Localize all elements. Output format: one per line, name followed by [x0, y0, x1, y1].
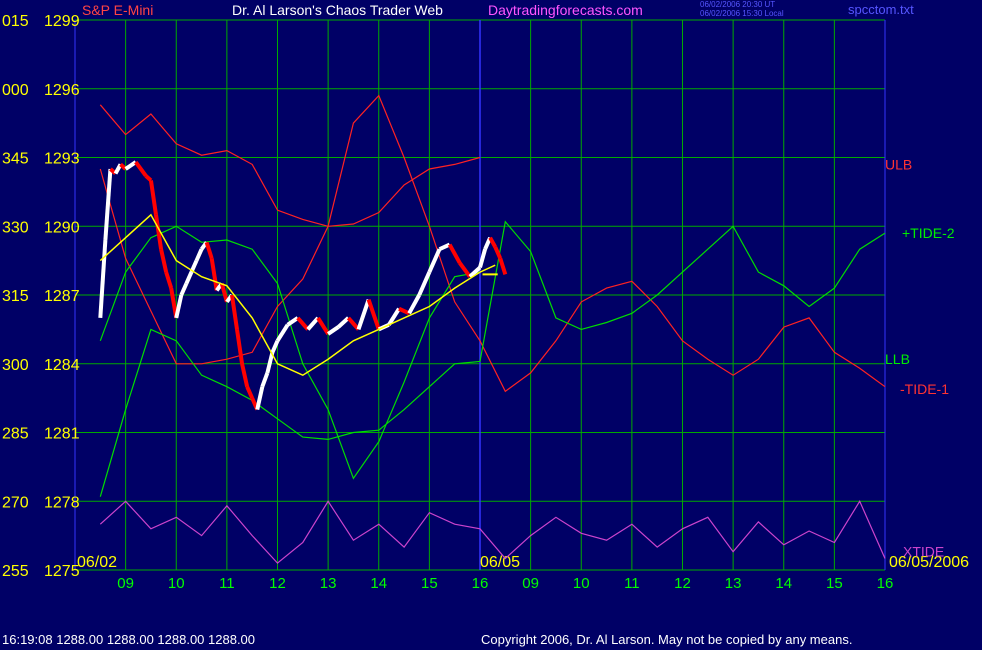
- price-segment: [174, 294, 184, 319]
- x-tick-hour: 13: [725, 575, 742, 592]
- x-tick-hour: 16: [877, 575, 894, 592]
- price-segment: [194, 248, 204, 262]
- y-tick-angle: 330: [2, 219, 29, 236]
- line-label--tide-2: +TIDE-2: [902, 225, 955, 241]
- price-segment: [103, 168, 113, 241]
- line-label-ulb: ULB: [885, 156, 912, 172]
- y-tick-angle: 000: [2, 82, 29, 99]
- price-segment: [398, 306, 410, 316]
- y-tick-angle: 015: [2, 13, 29, 30]
- price-segment: [366, 298, 381, 331]
- series--tide-2: [99, 220, 886, 497]
- price-segment: [245, 385, 255, 399]
- price-segment: [356, 298, 371, 331]
- price-segment: [327, 325, 340, 336]
- price-segment: [417, 271, 432, 296]
- price-segment: [447, 243, 462, 264]
- price-segment: [265, 351, 275, 374]
- price-segment: [179, 282, 189, 296]
- y-tick-price: 1281: [44, 426, 80, 443]
- copyright: Copyright 2006, Dr. Al Larson. May not b…: [481, 632, 853, 647]
- price-segment: [240, 363, 250, 388]
- price-segment: [260, 372, 270, 388]
- y-tick-angle: 345: [2, 151, 29, 168]
- chart-title: Dr. Al Larson's Chaos Trader Web: [232, 2, 443, 18]
- x-tick-hour: 09: [522, 575, 539, 592]
- timestamp-ut: 06/02/2006 20:30 UT: [700, 0, 776, 9]
- price-segment: [296, 316, 310, 331]
- price-segment: [184, 271, 194, 285]
- date-label-start: 06/02: [77, 554, 117, 571]
- price-segment: [159, 248, 169, 273]
- price-segment: [98, 239, 108, 319]
- y-tick-price: 1278: [44, 494, 80, 511]
- x-tick-hour: 15: [826, 575, 843, 592]
- price-segment: [134, 160, 148, 178]
- x-tick-hour: 11: [624, 575, 640, 592]
- price-segment: [270, 340, 280, 354]
- price-segment: [493, 246, 503, 260]
- price-segment: [407, 294, 422, 315]
- y-tick-angle: 255: [2, 563, 29, 580]
- instrument-label: S&P E-Mini: [82, 2, 154, 18]
- timestamp-local: 06/02/2006 15:30 Local: [700, 9, 784, 18]
- price-segment: [124, 160, 137, 171]
- line-label--tide-1: -TIDE-1: [900, 381, 949, 397]
- price-segment: [498, 257, 508, 275]
- x-tick-hour: 10: [573, 575, 590, 592]
- price-segment: [478, 248, 487, 269]
- y-tick-price: 1275: [44, 563, 80, 580]
- y-tick-price: 1284: [44, 357, 80, 374]
- x-tick-hour: 14: [775, 575, 792, 592]
- price-segment: [316, 316, 330, 336]
- date-label-mid: 06/05: [480, 554, 520, 571]
- x-tick-hour: 15: [421, 575, 438, 592]
- y-tick-price: 1287: [44, 288, 80, 305]
- price-segment: [144, 174, 153, 182]
- y-tick-price: 1293: [44, 151, 80, 168]
- x-tick-hour: 12: [674, 575, 691, 592]
- x-tick-hour: 16: [472, 575, 489, 592]
- y-tick-angle: 315: [2, 288, 29, 305]
- price-segment: [438, 242, 451, 251]
- price-segment: [255, 386, 265, 411]
- y-tick-price: 1290: [44, 219, 80, 236]
- x-tick-hour: 09: [117, 575, 134, 592]
- price-segment: [119, 162, 127, 171]
- y-tick-price: 1296: [44, 82, 80, 99]
- x-tick-hour: 10: [168, 575, 185, 592]
- price-segment: [164, 271, 174, 289]
- y-tick-angle: 270: [2, 494, 29, 511]
- price-segment: [275, 323, 290, 342]
- price-segment: [229, 294, 239, 330]
- chart: 015 000 345 330 315 300 285 270 255 1299 1296 1293 1…: [2, 13, 969, 592]
- price-segment: [336, 316, 350, 329]
- x-tick-hour: 14: [370, 575, 387, 592]
- data-file: spcctom.txt: [848, 2, 914, 17]
- line-label-llb: LLB: [885, 351, 910, 367]
- price-segment: [488, 236, 497, 248]
- y-tick-angle: 300: [2, 357, 29, 374]
- price-segment: [427, 248, 442, 273]
- quote-line: 16:19:08 1288.00 1288.00 1288.00 1288.00: [2, 632, 256, 647]
- x-tick-hour: 11: [219, 575, 235, 592]
- x-tick-hour: 13: [320, 575, 337, 592]
- y-tick-price: 1299: [44, 13, 80, 30]
- y-tick-angle: 285: [2, 426, 29, 443]
- price-segment: [306, 316, 320, 331]
- site-link[interactable]: Daytradingforecasts.com: [488, 2, 643, 18]
- price-segment: [148, 180, 158, 216]
- price-segment: [204, 241, 214, 259]
- line-label-xtide: XTIDE: [903, 544, 944, 560]
- price-segment: [235, 329, 245, 365]
- series--tide-1: [99, 225, 481, 480]
- price-segment: [209, 258, 219, 291]
- x-tick-hour: 12: [269, 575, 286, 592]
